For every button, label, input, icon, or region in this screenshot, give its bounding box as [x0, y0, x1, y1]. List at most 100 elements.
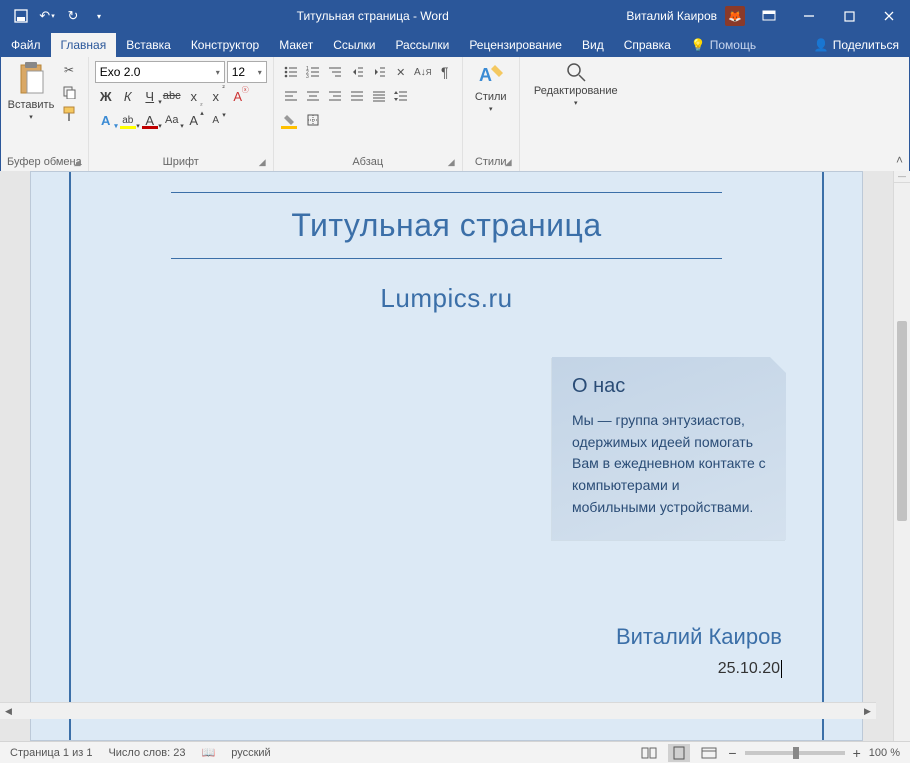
superscript-button[interactable]: x² — [205, 85, 227, 107]
tab-design[interactable]: Конструктор — [181, 33, 269, 57]
underline-button[interactable]: Ч▾ — [139, 85, 161, 107]
title-bar: ↶▾ ↻ ▾ Титульная страница - Word Виталий… — [1, 1, 909, 31]
redo-button[interactable]: ↻ — [61, 4, 85, 28]
text-effects-button[interactable]: A▾ — [95, 109, 117, 131]
line-spacing-button[interactable] — [390, 85, 412, 107]
share-button[interactable]: 👤Поделиться — [804, 33, 909, 57]
cut-button[interactable]: ✂ — [59, 61, 79, 79]
clear-formatting-button[interactable]: Aⓧ — [227, 85, 249, 107]
shading-button[interactable] — [280, 109, 302, 131]
paragraph-dialog-launcher[interactable]: ◢ — [448, 157, 460, 169]
justify-button[interactable] — [346, 85, 368, 107]
paste-button[interactable]: Вставить ▾ — [7, 61, 55, 121]
clipboard-dialog-launcher[interactable]: ◢ — [74, 157, 86, 169]
asian-layout-button[interactable]: ✕ — [390, 61, 412, 83]
show-marks-button[interactable]: ¶ — [434, 61, 456, 83]
status-bar: Страница 1 из 1 Число слов: 23 📖 русский… — [0, 741, 910, 763]
highlight-button[interactable]: ab▾ — [117, 109, 139, 131]
align-right-button[interactable] — [324, 85, 346, 107]
increase-indent-button[interactable] — [368, 61, 390, 83]
distributed-button[interactable] — [368, 85, 390, 107]
tab-review[interactable]: Рецензирование — [459, 33, 572, 57]
change-case-button[interactable]: Aa▾ — [161, 109, 183, 131]
qat-customize[interactable]: ▾ — [87, 4, 111, 28]
document-viewport[interactable]: Титульная страница Lumpics.ru О нас Мы —… — [0, 171, 893, 741]
font-dialog-launcher[interactable]: ◢ — [259, 157, 271, 169]
web-layout-button[interactable] — [698, 744, 720, 762]
user-name[interactable]: Виталий Каиров — [626, 9, 717, 23]
align-center-button[interactable] — [302, 85, 324, 107]
styles-button[interactable]: A Стили ▾ — [469, 61, 513, 113]
paste-label: Вставить — [8, 99, 55, 111]
strikethrough-button[interactable]: abc — [161, 85, 183, 107]
split-handle[interactable]: — — [894, 171, 910, 183]
doc-title-text[interactable]: Титульная страница — [111, 193, 782, 258]
scroll-right-arrow[interactable]: ▶ — [859, 706, 876, 717]
status-page[interactable]: Страница 1 из 1 — [10, 747, 92, 759]
tab-layout[interactable]: Макет — [269, 33, 323, 57]
maximize-button[interactable] — [829, 1, 869, 31]
copy-button[interactable] — [59, 83, 79, 101]
shrink-font-button[interactable]: A▾ — [205, 109, 227, 131]
subscript-button[interactable]: x₂ — [183, 85, 205, 107]
document-title: Титульная страница - Word — [119, 9, 626, 23]
sort-button[interactable]: A↓Я — [412, 61, 434, 83]
tab-help[interactable]: Справка — [614, 33, 681, 57]
group-label-clipboard: Буфер обмена — [7, 155, 82, 169]
read-mode-button[interactable] — [638, 744, 660, 762]
doc-subtitle[interactable]: Lumpics.ru — [111, 259, 782, 324]
doc-author[interactable]: Виталий Каиров — [616, 624, 782, 650]
collapse-ribbon-button[interactable]: ˄ — [896, 153, 903, 167]
decrease-indent-button[interactable] — [346, 61, 368, 83]
minimize-button[interactable] — [789, 1, 829, 31]
zoom-out-button[interactable]: − — [728, 745, 736, 761]
italic-button[interactable]: К — [117, 85, 139, 107]
format-painter-button[interactable] — [59, 105, 79, 123]
vertical-scrollbar[interactable]: — — [893, 171, 910, 741]
tab-view[interactable]: Вид — [572, 33, 614, 57]
ribbon: Вставить ▾ ✂ Буфер обмена ◢ Exo 2.0▾ 12▾… — [1, 57, 909, 172]
numbering-button[interactable]: 123 — [302, 61, 324, 83]
undo-button[interactable]: ↶▾ — [35, 4, 59, 28]
scroll-left-arrow[interactable]: ◀ — [0, 706, 17, 717]
tab-references[interactable]: Ссылки — [323, 33, 385, 57]
print-layout-button[interactable] — [668, 744, 690, 762]
tab-home[interactable]: Главная — [51, 33, 117, 57]
chevron-down-icon: ▾ — [258, 68, 262, 77]
bullets-button[interactable] — [280, 61, 302, 83]
bold-button[interactable]: Ж — [95, 85, 117, 107]
about-box[interactable]: О нас Мы — группа энтузиастов, одержимых… — [552, 357, 786, 540]
doc-date[interactable]: 25.10.20 — [718, 660, 782, 678]
zoom-in-button[interactable]: + — [853, 745, 861, 761]
status-language[interactable]: русский — [231, 747, 270, 759]
font-size-combo[interactable]: 12▾ — [227, 61, 267, 83]
horizontal-scrollbar[interactable]: ◀ ▶ — [0, 702, 876, 719]
page-content: Титульная страница Lumpics.ru О нас Мы —… — [69, 172, 824, 740]
borders-button[interactable] — [302, 109, 324, 131]
status-words[interactable]: Число слов: 23 — [108, 747, 185, 759]
multilevel-list-button[interactable] — [324, 61, 346, 83]
scroll-thumb[interactable] — [897, 321, 907, 521]
document-page[interactable]: Титульная страница Lumpics.ru О нас Мы —… — [30, 171, 863, 741]
spellcheck-icon[interactable]: 📖 — [202, 746, 216, 759]
font-name-combo[interactable]: Exo 2.0▾ — [95, 61, 225, 83]
styles-dialog-launcher[interactable]: ◢ — [505, 157, 517, 169]
zoom-thumb[interactable] — [793, 747, 799, 759]
user-avatar[interactable]: 🦊 — [725, 6, 745, 26]
close-button[interactable] — [869, 1, 909, 31]
tab-insert[interactable]: Вставка — [116, 33, 181, 57]
save-button[interactable] — [9, 4, 33, 28]
font-color-button[interactable]: A▾ — [139, 109, 161, 131]
tab-file[interactable]: Файл — [1, 33, 51, 57]
svg-text:3: 3 — [306, 74, 309, 78]
tell-me[interactable]: 💡Помощь — [681, 33, 766, 57]
about-body[interactable]: Мы — группа энтузиастов, одержимых идеей… — [572, 410, 766, 518]
editing-button[interactable]: Редактирование ▾ — [526, 61, 626, 107]
ribbon-display-options[interactable] — [749, 1, 789, 31]
about-heading[interactable]: О нас — [572, 375, 766, 398]
zoom-level[interactable]: 100 % — [869, 747, 900, 759]
align-left-button[interactable] — [280, 85, 302, 107]
zoom-slider[interactable] — [745, 751, 845, 755]
tab-mailings[interactable]: Рассылки — [385, 33, 459, 57]
grow-font-button[interactable]: A▴ — [183, 109, 205, 131]
